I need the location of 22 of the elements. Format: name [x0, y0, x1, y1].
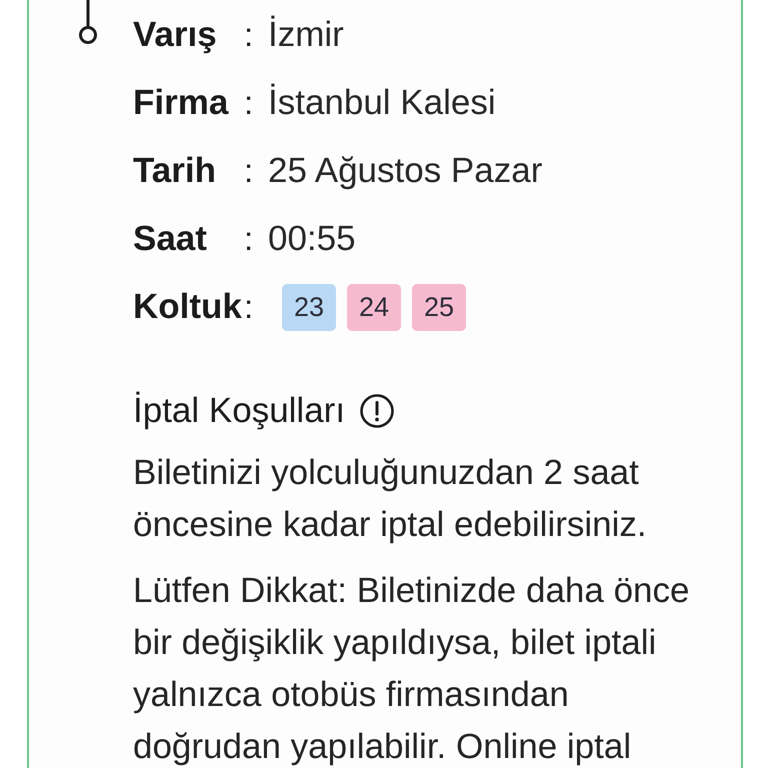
field-value: 00:55: [268, 219, 356, 258]
field-label: Tarih: [133, 151, 216, 190]
policy-text: Lütfen Dikkat: Biletinizde daha önce bir değişiklik yapıldıysa, bilet iptali yalnızca otobüs firmasından doğrudan yapılabilir. Online iptal: [133, 570, 690, 768]
label-colon: :: [244, 220, 254, 257]
field-value: İstanbul Kalesi: [268, 83, 496, 122]
label-colon: :: [244, 84, 254, 121]
field-label: Koltuk: [133, 287, 242, 326]
seat-number: 25: [412, 284, 466, 330]
timeline-marker-icon: [77, 0, 99, 46]
field-label: Varış: [133, 15, 217, 54]
label-colon: :: [244, 152, 254, 189]
seat-number: 23: [282, 284, 336, 330]
field-value: 25 Ağustos Pazar: [268, 151, 542, 190]
label-colon: :: [244, 16, 254, 53]
field-label: Saat: [133, 219, 207, 258]
field-label: Firma: [133, 83, 228, 122]
field-value: İzmir: [268, 15, 344, 54]
seat-number: 24: [347, 284, 401, 330]
policy-text: Biletinizi yolculuğunuzdan 2 saat öncesine kadar iptal edebilirsiniz.: [133, 452, 648, 546]
section-title: İptal Koşulları: [133, 391, 346, 431]
label-colon: :: [244, 288, 254, 325]
exclamation-circle-icon[interactable]: [360, 394, 394, 428]
